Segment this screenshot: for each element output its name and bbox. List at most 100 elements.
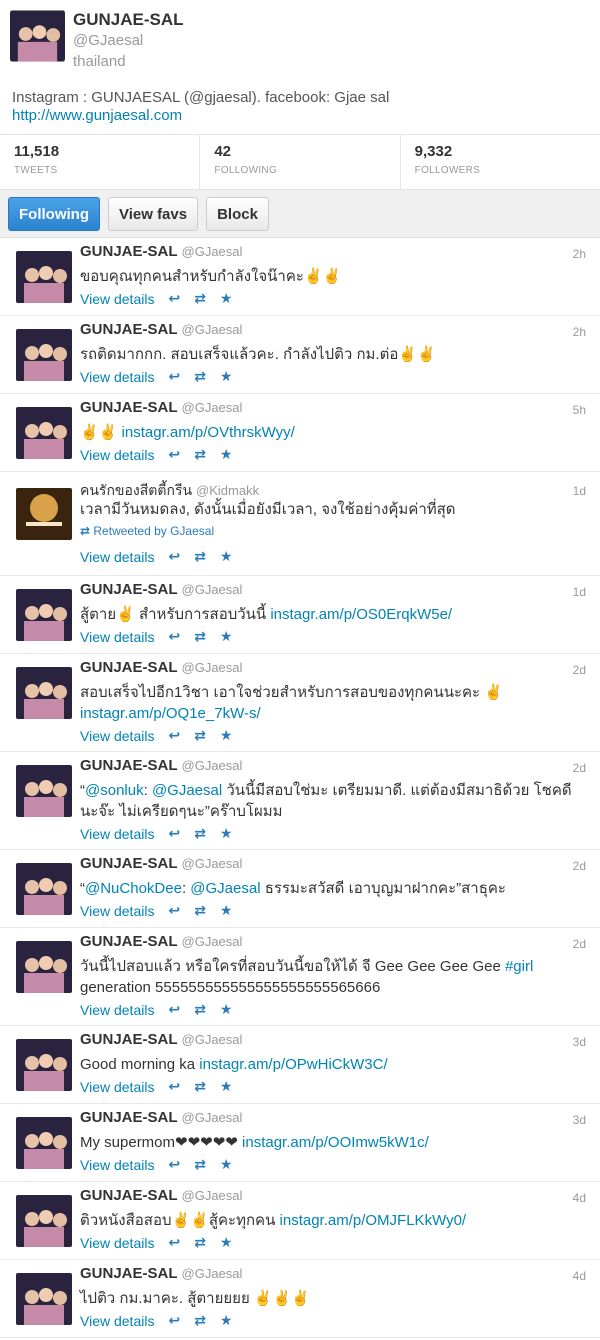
star-icon[interactable]: ★ [220, 727, 233, 744]
tweet-timestamp[interactable]: 2d [573, 937, 586, 951]
star-icon[interactable]: ★ [220, 1001, 233, 1018]
view-details-link[interactable]: View details [80, 826, 154, 842]
tweet-author[interactable]: GUNJAE-SAL @GJaesal [80, 1109, 242, 1126]
tweet-timestamp[interactable]: 3d [573, 1113, 586, 1127]
tweet-author-handle[interactable]: @GJaesal [182, 244, 243, 259]
retweet-icon[interactable]: ⇄ [194, 1234, 206, 1251]
view-details-link[interactable]: View details [80, 629, 154, 645]
tweet-author[interactable]: GUNJAE-SAL @GJaesal [80, 581, 242, 598]
view-details-link[interactable]: View details [80, 1002, 154, 1018]
reply-icon[interactable]: ↩ [168, 368, 180, 385]
tweet-author[interactable]: GUNJAE-SAL @GJaesal [80, 659, 242, 676]
tweet-row[interactable]: GUNJAE-SAL @GJaesal 3d My supermom❤❤❤❤❤ ins… [0, 1104, 600, 1182]
tweet-author-name[interactable]: GUNJAE-SAL [80, 757, 178, 774]
view-details-link[interactable]: View details [80, 903, 154, 919]
reply-icon[interactable]: ↩ [168, 1234, 180, 1251]
reply-icon[interactable]: ↩ [168, 1312, 180, 1329]
stat-followers[interactable]: 9,332 FOLLOWERS [401, 135, 600, 189]
tweet-timestamp[interactable]: 5h [573, 403, 586, 417]
retweet-icon[interactable]: ⇄ [194, 368, 206, 385]
tweet-link[interactable]: instagr.am/p/OMJFLKkWy0/ [280, 1212, 467, 1229]
tweet-row[interactable]: GUNJAE-SAL @GJaesal 4d ไปติว กม.มาคะ. สู้ตา… [0, 1260, 600, 1338]
tweet-row[interactable]: GUNJAE-SAL @GJaesal 2d “@NuChokDee: @GJaesa… [0, 850, 600, 928]
tweet-author[interactable]: GUNJAE-SAL @GJaesal [80, 1187, 242, 1204]
retweet-icon[interactable]: ⇄ [194, 727, 206, 744]
tweet-avatar[interactable] [16, 1039, 72, 1091]
view-details-link[interactable]: View details [80, 549, 154, 565]
tweet-link[interactable]: instagr.am/p/OS0ErqkW5e/ [270, 606, 452, 623]
star-icon[interactable]: ★ [220, 628, 233, 645]
retweeted-by[interactable]: ⇄ Retweeted by GJaesal [80, 524, 214, 538]
tweet-author[interactable]: GUNJAE-SAL @GJaesal [80, 1265, 242, 1282]
tweet-author-handle[interactable]: @GJaesal [182, 582, 243, 597]
tweet-author-handle[interactable]: @GJaesal [182, 660, 243, 675]
tweet-author-name[interactable]: GUNJAE-SAL [80, 321, 178, 338]
view-favs-button[interactable]: View favs [107, 197, 199, 231]
tweet-author[interactable]: GUNJAE-SAL @GJaesal [80, 243, 242, 260]
tweet-author-name[interactable]: คนรักของสีตตี้กรีน [80, 482, 192, 498]
tweet-mention-link[interactable]: @GJaesal [190, 880, 260, 897]
reply-icon[interactable]: ↩ [168, 825, 180, 842]
tweet-row[interactable]: GUNJAE-SAL @GJaesal 4d ติวหนังสือสอบ✌️✌️สู้… [0, 1182, 600, 1260]
retweet-icon[interactable]: ⇄ [194, 825, 206, 842]
tweet-author-name[interactable]: GUNJAE-SAL [80, 1187, 178, 1204]
star-icon[interactable]: ★ [220, 1312, 233, 1329]
tweet-author-handle[interactable]: @GJaesal [182, 1110, 243, 1125]
stat-tweets[interactable]: 11,518 TWEETS [0, 135, 201, 189]
tweet-author-handle[interactable]: @GJaesal [182, 856, 243, 871]
block-button[interactable]: Block [206, 197, 269, 231]
tweet-author-handle[interactable]: @GJaesal [182, 322, 243, 337]
tweet-timestamp[interactable]: 3d [573, 1035, 586, 1049]
tweet-avatar[interactable] [16, 863, 72, 915]
star-icon[interactable]: ★ [220, 1078, 233, 1095]
tweet-author-name[interactable]: GUNJAE-SAL [80, 659, 178, 676]
following-button[interactable]: Following [8, 197, 100, 231]
tweet-avatar[interactable] [16, 667, 72, 719]
tweet-link[interactable]: #girl [505, 958, 533, 975]
tweet-avatar[interactable] [16, 1195, 72, 1247]
reply-icon[interactable]: ↩ [168, 727, 180, 744]
retweet-icon[interactable]: ⇄ [194, 902, 206, 919]
tweet-author-name[interactable]: GUNJAE-SAL [80, 581, 178, 598]
tweet-author-handle[interactable]: @GJaesal [182, 1032, 243, 1047]
tweet-author-name[interactable]: GUNJAE-SAL [80, 1265, 178, 1282]
tweet-author-handle[interactable]: @GJaesal [182, 1188, 243, 1203]
star-icon[interactable]: ★ [220, 825, 233, 842]
tweet-author-name[interactable]: GUNJAE-SAL [80, 1031, 178, 1048]
tweet-avatar[interactable] [16, 589, 72, 641]
retweet-icon[interactable]: ⇄ [194, 446, 206, 463]
stat-following[interactable]: 42 FOLLOWING [200, 135, 401, 189]
tweet-link[interactable]: instagr.am/p/OVthrskWyy/ [122, 424, 295, 441]
tweet-avatar[interactable] [16, 765, 72, 817]
retweet-icon[interactable]: ⇄ [194, 1078, 206, 1095]
tweet-mention-link[interactable]: @GJaesal [152, 782, 222, 799]
view-details-link[interactable]: View details [80, 1157, 154, 1173]
tweet-timestamp[interactable]: 4d [573, 1191, 586, 1205]
tweet-timestamp[interactable]: 2d [573, 663, 586, 677]
tweet-author[interactable]: GUNJAE-SAL @GJaesal [80, 321, 242, 338]
tweet-timestamp[interactable]: 4d [573, 1269, 586, 1283]
tweet-avatar[interactable] [16, 941, 72, 993]
tweet-author[interactable]: GUNJAE-SAL @GJaesal [80, 757, 242, 774]
view-details-link[interactable]: View details [80, 1079, 154, 1095]
retweet-icon[interactable]: ⇄ [194, 1312, 206, 1329]
tweet-timestamp[interactable]: 1d [573, 585, 586, 599]
retweet-icon[interactable]: ⇄ [194, 1001, 206, 1018]
reply-icon[interactable]: ↩ [168, 446, 180, 463]
tweet-timestamp[interactable]: 1d [573, 484, 586, 498]
tweet-author-handle[interactable]: @GJaesal [182, 1266, 243, 1281]
view-details-link[interactable]: View details [80, 291, 154, 307]
tweet-row[interactable]: GUNJAE-SAL @GJaesal 5h ✌️✌️ instagr.am/p/OV… [0, 394, 600, 472]
tweet-author[interactable]: GUNJAE-SAL @GJaesal [80, 933, 242, 950]
profile-avatar[interactable] [10, 10, 65, 62]
tweet-row[interactable]: GUNJAE-SAL @GJaesal 2d วันนี้ไปสอบแล้ว หรือ… [0, 928, 600, 1026]
retweet-icon[interactable]: ⇄ [194, 628, 206, 645]
tweet-row[interactable]: GUNJAE-SAL @GJaesal 1d สู้ตาย✌️ สำหรับการสอ… [0, 576, 600, 654]
tweet-author-name[interactable]: GUNJAE-SAL [80, 933, 178, 950]
tweet-row[interactable]: GUNJAE-SAL @GJaesal 3d Good morning ka inst… [0, 1026, 600, 1104]
retweet-icon[interactable]: ⇄ [194, 290, 206, 307]
tweet-author[interactable]: GUNJAE-SAL @GJaesal [80, 855, 242, 872]
star-icon[interactable]: ★ [220, 446, 233, 463]
reply-icon[interactable]: ↩ [168, 548, 180, 565]
star-icon[interactable]: ★ [220, 1156, 233, 1173]
